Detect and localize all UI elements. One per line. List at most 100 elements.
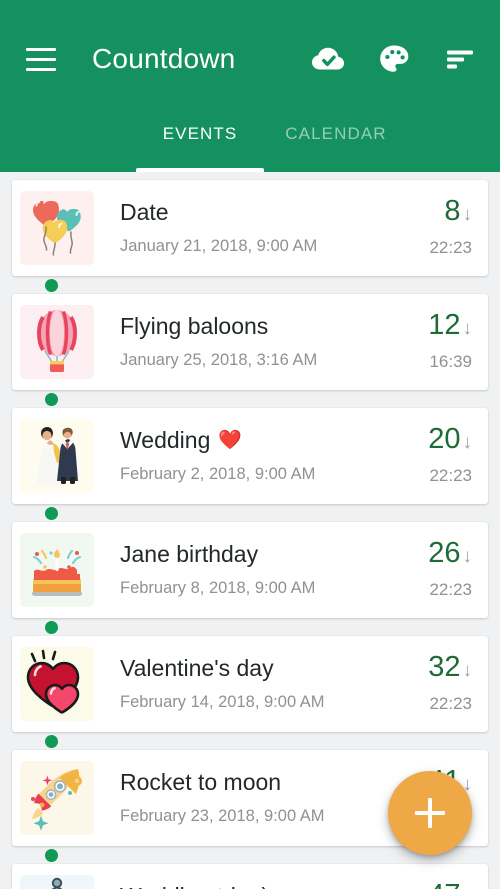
menu-bar-3 — [26, 67, 56, 71]
event-title: Flying baloons — [120, 314, 428, 339]
event-row-wrapper: Flying baloons January 25, 2018, 3:16 AM 1… — [0, 294, 500, 408]
event-countdown: 20 ↓ 22:23 — [428, 423, 488, 486]
time-remaining: 22:23 — [429, 237, 472, 257]
event-card[interactable]: Valentine's day February 14, 2018, 9:00 A… — [12, 636, 488, 732]
days-line: 26 ↓ — [428, 537, 473, 570]
event-row-wrapper: Wedding ❤️ February 2, 2018, 9:00 AM 20 ↓ 22:… — [0, 408, 500, 522]
event-title: Wedding ❤️ — [120, 428, 428, 453]
tab-bar: EVENTS CALENDAR — [0, 118, 500, 172]
event-countdown: 47↓13:23 — [428, 881, 488, 889]
days-remaining: 47 — [428, 881, 460, 889]
event-card[interactable]: Flying baloons January 25, 2018, 3:16 AM 1… — [12, 294, 488, 390]
just-married-sign-icon: JUST MARRIED — [20, 875, 94, 889]
event-title-text: Valentine's day — [120, 656, 274, 682]
timeline-dot — [45, 620, 58, 634]
app-root: Countdown EVENTS CALENDAR Date January 2… — [0, 0, 500, 889]
event-date: January 25, 2018, 3:16 AM — [120, 350, 318, 369]
rocket-icon — [20, 761, 94, 835]
event-date: February 14, 2018, 9:00 AM — [120, 692, 325, 711]
days-line: 12 ↓ — [428, 309, 473, 342]
timeline-dot — [45, 848, 58, 862]
menu-bar-1 — [26, 47, 56, 51]
arrow-down-icon: ↓ — [462, 545, 473, 567]
event-card[interactable]: Wedding ❤️ February 2, 2018, 9:00 AM 20 ↓ 22:… — [12, 408, 488, 504]
days-remaining: 32 — [428, 651, 461, 684]
menu-bar-2 — [26, 57, 56, 61]
app-bar: Countdown EVENTS CALENDAR — [0, 0, 500, 172]
event-countdown: 8 ↓ 22:23 — [429, 195, 488, 258]
arrow-down-icon: ↓ — [462, 203, 473, 225]
menu-icon[interactable] — [18, 36, 64, 82]
arrow-down-icon: ↓ — [462, 431, 473, 453]
days-remaining: 26 — [428, 537, 461, 570]
event-row-wrapper: JUST MARRIED Wedding trip :)March 1, 201… — [0, 864, 500, 889]
tab-events-label: EVENTS — [162, 124, 238, 143]
days-line: 47↓ — [428, 881, 472, 889]
event-title-text: Flying baloons — [120, 314, 269, 340]
event-title: Valentine's day — [120, 656, 428, 681]
cloud-sync-icon[interactable] — [310, 41, 346, 77]
days-line: 32 ↓ — [428, 651, 473, 684]
timeline-connector — [0, 732, 500, 750]
event-title-text: Wedding trip :) — [120, 884, 269, 889]
time-remaining: 22:23 — [429, 579, 472, 599]
event-texts: Jane birthday February 8, 2018, 9:00 AM — [94, 542, 428, 597]
tab-calendar-label: CALENDAR — [285, 124, 387, 143]
sort-icon[interactable] — [442, 41, 478, 77]
balloons-icon — [20, 191, 94, 265]
event-date: February 23, 2018, 9:00 AM — [120, 806, 325, 825]
birthday-cake-icon — [20, 533, 94, 607]
hot-air-balloon-icon — [20, 305, 94, 379]
event-title: Date — [120, 200, 429, 225]
add-event-button[interactable] — [388, 771, 472, 855]
tab-calendar[interactable]: CALENDAR — [268, 118, 404, 172]
event-texts: Valentine's day February 14, 2018, 9:00 A… — [94, 656, 428, 711]
event-date: February 8, 2018, 9:00 AM — [120, 578, 316, 597]
event-title-text: Jane birthday — [120, 542, 259, 568]
app-bar-top: Countdown — [0, 0, 500, 118]
event-card[interactable]: Date January 21, 2018, 9:00 AM 8 ↓ 22:23 — [12, 180, 488, 276]
event-row-wrapper: Date January 21, 2018, 9:00 AM 8 ↓ 22:23 — [0, 180, 500, 294]
event-title-text: Wedding — [120, 428, 211, 454]
page-title: Countdown — [92, 43, 236, 74]
event-countdown: 32 ↓ 22:23 — [428, 651, 488, 714]
event-texts: Date January 21, 2018, 9:00 AM — [94, 200, 429, 255]
app-bar-actions — [310, 41, 482, 77]
tab-events[interactable]: EVENTS — [132, 118, 268, 172]
hearts-icon — [20, 647, 94, 721]
event-date: February 2, 2018, 9:00 AM — [120, 464, 316, 483]
event-date: January 21, 2018, 9:00 AM — [120, 236, 318, 255]
event-card[interactable]: JUST MARRIED Wedding trip :)March 1, 201… — [12, 864, 488, 889]
heart-icon: ❤️ — [218, 429, 243, 451]
event-texts: Wedding trip :)March 1, 2018, 12:00 AM — [94, 884, 428, 889]
days-remaining: 8 — [444, 195, 461, 228]
days-line: 20 ↓ — [428, 423, 473, 456]
event-title-text: Rocket to moon — [120, 770, 282, 796]
timeline-dot — [45, 734, 58, 748]
event-title: Wedding trip :) — [120, 884, 428, 889]
days-line: 8 ↓ — [429, 195, 473, 228]
bride-groom-icon — [20, 419, 94, 493]
event-countdown: 12 ↓ 16:39 — [428, 309, 488, 372]
event-row-wrapper: Valentine's day February 14, 2018, 9:00 A… — [0, 636, 500, 750]
event-card[interactable]: Jane birthday February 8, 2018, 9:00 AM 26… — [12, 522, 488, 618]
event-countdown: 26 ↓ 22:23 — [428, 537, 488, 600]
arrow-down-icon: ↓ — [462, 317, 473, 339]
arrow-down-icon: ↓ — [462, 659, 473, 681]
event-texts: Rocket to moon February 23, 2018, 9:00 AM — [94, 770, 428, 825]
days-remaining: 20 — [428, 423, 461, 456]
event-texts: Flying baloons January 25, 2018, 3:16 AM — [94, 314, 428, 369]
days-remaining: 12 — [428, 309, 461, 342]
palette-icon[interactable] — [376, 41, 412, 77]
timeline-connector — [0, 618, 500, 636]
event-texts: Wedding ❤️ February 2, 2018, 9:00 AM — [94, 428, 428, 483]
timeline-dot — [45, 506, 58, 520]
time-remaining: 22:23 — [429, 465, 472, 485]
timeline-dot — [45, 392, 58, 406]
event-title: Rocket to moon — [120, 770, 428, 795]
event-row-wrapper: Jane birthday February 8, 2018, 9:00 AM 26… — [0, 522, 500, 636]
time-remaining: 16:39 — [429, 351, 472, 371]
event-title-text: Date — [120, 200, 169, 226]
timeline-connector — [0, 504, 500, 522]
timeline-dot — [45, 278, 58, 292]
